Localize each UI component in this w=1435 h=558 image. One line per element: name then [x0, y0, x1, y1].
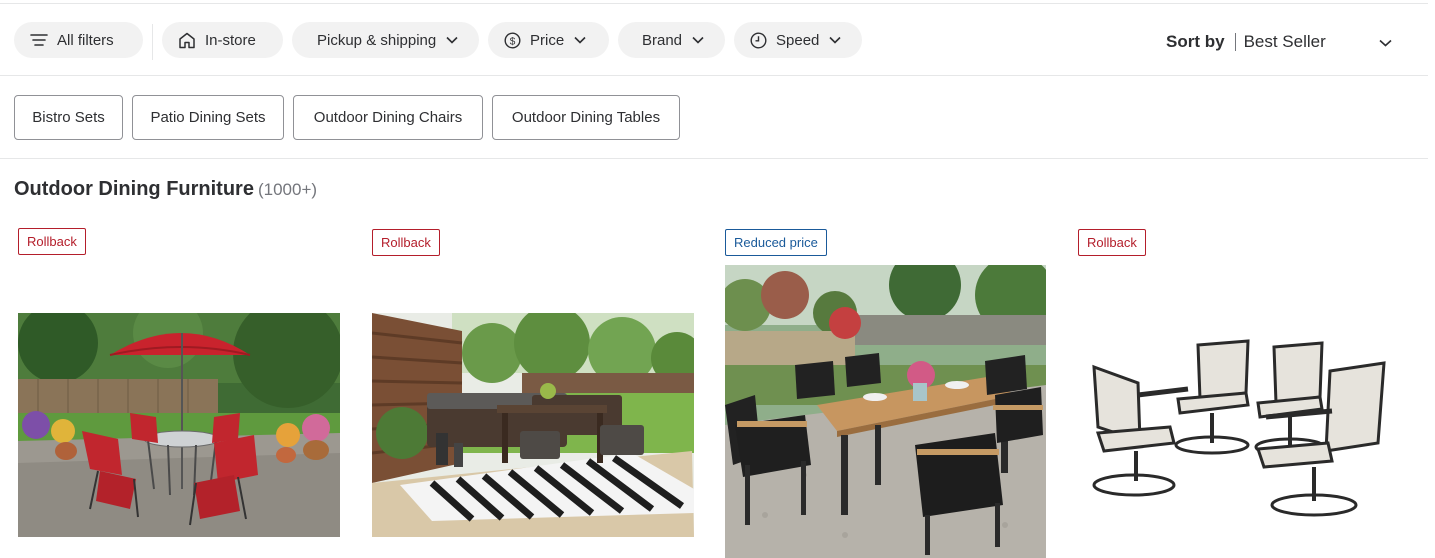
product-image-swivel-sling-chairs[interactable]	[1078, 333, 1400, 523]
chevron-down-icon	[829, 36, 841, 44]
product-card[interactable]: Rollback	[18, 228, 340, 558]
pickup-shipping-filter-button[interactable]: Pickup & shipping	[292, 22, 479, 58]
product-image-wicker-sectional-set[interactable]	[372, 313, 694, 537]
svg-text:$: $	[510, 36, 516, 47]
sort-divider	[1234, 33, 1236, 51]
chevron-down-icon	[574, 36, 586, 44]
chevron-down-icon	[1379, 34, 1392, 52]
sort-value: Best Seller	[1243, 32, 1326, 51]
clock-icon	[750, 31, 767, 49]
filter-separator	[152, 24, 153, 60]
chip-bistro-sets[interactable]: Bistro Sets	[14, 95, 123, 140]
speed-label: Speed	[776, 31, 820, 49]
category-chips: Bistro Sets Patio Dining Sets Outdoor Di…	[0, 77, 1428, 159]
chevron-down-icon	[446, 36, 458, 44]
in-store-filter-button[interactable]: In-store	[162, 22, 283, 58]
sort-by-label: Sort by	[1166, 32, 1225, 51]
all-filters-button[interactable]: All filters	[14, 22, 143, 58]
page-title: Outdoor Dining Furniture	[14, 178, 254, 200]
product-image-red-patio-set[interactable]	[18, 313, 340, 537]
chip-patio-dining-sets[interactable]: Patio Dining Sets	[132, 95, 284, 140]
dollar-circle-icon: $	[504, 31, 521, 49]
results-count: (1000+)	[257, 180, 318, 199]
chip-outdoor-dining-tables[interactable]: Outdoor Dining Tables	[492, 95, 680, 140]
chevron-down-icon	[692, 36, 704, 44]
speed-filter-button[interactable]: Speed	[734, 22, 862, 58]
all-filters-label: All filters	[57, 31, 114, 49]
brand-label: Brand	[642, 31, 683, 49]
product-image-acacia-dining-set[interactable]	[725, 265, 1046, 558]
pickup-shipping-label: Pickup & shipping	[317, 31, 437, 49]
product-card[interactable]: Rollback	[1078, 228, 1400, 558]
product-card[interactable]: Reduced price	[725, 228, 1047, 558]
rollback-badge: Rollback	[1078, 229, 1146, 256]
price-label: Price	[530, 31, 565, 49]
results-heading: Outdoor Dining Furniture (1000+)	[14, 178, 317, 201]
in-store-label: In-store	[205, 31, 256, 49]
rollback-badge: Rollback	[372, 229, 440, 256]
filter-bar: All filters In-store Pickup & shipping $…	[0, 4, 1428, 76]
product-card[interactable]: Rollback	[372, 228, 694, 558]
brand-filter-button[interactable]: Brand	[618, 22, 725, 58]
rollback-badge: Rollback	[18, 228, 86, 255]
price-filter-button[interactable]: $ Price	[488, 22, 609, 58]
filter-lines-icon	[30, 33, 48, 47]
store-icon	[178, 32, 196, 49]
chip-outdoor-dining-chairs[interactable]: Outdoor Dining Chairs	[293, 95, 483, 140]
reduced-price-badge: Reduced price	[725, 229, 827, 256]
sort-by-dropdown[interactable]: Sort by Best Seller	[1166, 30, 1398, 54]
